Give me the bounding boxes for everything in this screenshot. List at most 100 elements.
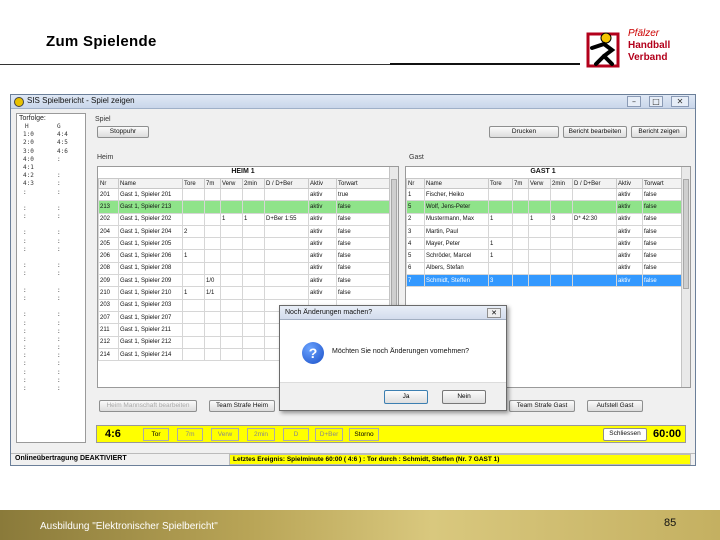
disqualification-button[interactable]: D — [283, 428, 309, 441]
print-button[interactable]: Drucken — [489, 126, 559, 138]
heim-cell-dis — [264, 286, 309, 300]
gast-cell-tw: false — [642, 224, 683, 239]
heim-cell-min2 — [242, 200, 265, 214]
edit-report-button[interactable]: Bericht bearbeiten — [563, 126, 627, 138]
heim-player-row[interactable]: 201 Gast 1, Spieler 201 aktiv true — [98, 187, 391, 202]
heim-cell-nr: 204 — [98, 224, 119, 239]
gast-column-header[interactable]: Torwart — [642, 178, 683, 189]
gast-cell-nr: 3 — [406, 224, 425, 239]
warning-button[interactable]: Verw — [211, 428, 239, 441]
gast-player-row[interactable]: 1 Fischer, Heiko aktiv false — [406, 187, 683, 202]
gast-cell-tw: false — [642, 237, 683, 251]
gast-column-header[interactable]: 7m — [512, 178, 529, 189]
heim-player-row[interactable]: 204 Gast 1, Spieler 204 2 aktiv false — [98, 224, 391, 239]
heim-column-header[interactable]: Tore — [182, 178, 205, 189]
heim-player-row[interactable]: 209 Gast 1, Spieler 209 1/0 aktiv false — [98, 274, 391, 288]
heim-cell-tore — [182, 237, 205, 251]
heim-player-row[interactable]: 213 Gast 1, Spieler 213 aktiv false — [98, 200, 391, 214]
goal-home-score: : — [23, 237, 27, 245]
heim-column-header[interactable]: 7m — [204, 178, 221, 189]
dialog-yes-button[interactable]: Ja — [384, 390, 428, 404]
gast-column-header[interactable]: Tore — [488, 178, 513, 189]
gast-player-row[interactable]: 3 Martin, Paul aktiv false — [406, 224, 683, 239]
heim-player-row[interactable]: 202 Gast 1, Spieler 202 1 1 D+Ber 1:55 aktiv f… — [98, 212, 391, 226]
stoppuhr-button[interactable]: Stoppuhr — [97, 126, 149, 138]
heim-column-header[interactable]: 2min — [242, 178, 265, 189]
heim-cell-dis — [264, 237, 309, 251]
heim-column-header[interactable]: D / D+Ber — [264, 178, 309, 189]
heim-cell-min2 — [242, 310, 265, 325]
heim-cell-verw — [220, 249, 243, 263]
show-report-button[interactable]: Bericht zeigen — [631, 126, 687, 138]
heim-cell-tore: 2 — [182, 224, 205, 239]
gast-grid-scrollbar[interactable] — [681, 167, 690, 387]
heim-column-header[interactable]: Nr — [98, 178, 119, 189]
gast-cell-nr: 5 — [406, 200, 425, 214]
storno-button[interactable]: Storno — [349, 428, 379, 441]
last-event-status: Letztes Ereignis: Spielminute 60:00 ( 4:… — [229, 454, 691, 465]
gast-player-row[interactable]: 7 Schmidt, Steffen 3 aktiv false — [406, 274, 683, 288]
heim-column-header[interactable]: Torwart — [336, 178, 391, 189]
heim-cell-nr: 214 — [98, 347, 119, 362]
heim-cell-m7 — [204, 237, 221, 251]
goal-guest-score: : — [57, 327, 61, 335]
goal-sequence-row: :: — [17, 205, 85, 213]
gast-cell-m7 — [512, 249, 529, 263]
tor-button[interactable]: Tor — [143, 428, 169, 441]
dialog-close-button[interactable]: ✕ — [487, 308, 501, 318]
goal-home-score: 3:0 — [23, 147, 34, 155]
gast-column-header[interactable]: Aktiv — [616, 178, 643, 189]
gast-column-header[interactable]: D / D+Ber — [572, 178, 617, 189]
heim-cell-tw: false — [336, 237, 391, 251]
gast-player-row[interactable]: 4 Mayer, Peter 1 aktiv false — [406, 237, 683, 251]
gast-lineup-button[interactable]: Aufstell Gast — [587, 400, 643, 412]
goal-guest-score: : — [57, 294, 61, 302]
seven-meter-button[interactable]: 7m — [177, 428, 203, 441]
heim-player-row[interactable]: 205 Gast 1, Spieler 205 aktiv false — [98, 237, 391, 251]
heim-cell-nr: 213 — [98, 200, 119, 214]
gast-player-row[interactable]: 2 Mustermann, Max 1 1 3 D* 42:30 aktiv false — [406, 212, 683, 226]
close-button[interactable]: ✕ — [671, 96, 689, 107]
gast-player-row[interactable]: 6 Albers, Stefan aktiv false — [406, 261, 683, 276]
heim-player-row[interactable]: 210 Gast 1, Spieler 210 1 1/1 aktiv false — [98, 286, 391, 300]
gast-cell-name: Fischer, Heiko — [424, 187, 489, 202]
minimize-button[interactable]: – — [627, 96, 641, 107]
gast-team-penalty-button[interactable]: Team Strafe Gast — [509, 400, 575, 412]
heim-team-penalty-button[interactable]: Team Strafe Heim — [209, 400, 275, 412]
disqualification-report-button[interactable]: D+Ber — [315, 428, 343, 441]
gast-cell-tore: 3 — [488, 274, 513, 288]
heim-cell-aktiv: aktiv — [308, 187, 337, 202]
title-divider — [0, 64, 390, 65]
heim-player-row[interactable]: 206 Gast 1, Spieler 206 1 aktiv false — [98, 249, 391, 263]
maximize-button[interactable]: □ — [649, 96, 663, 107]
heim-cell-m7: 1/1 — [204, 286, 221, 300]
gast-cell-nr: 5 — [406, 249, 425, 263]
gast-column-header[interactable]: Verw — [528, 178, 551, 189]
gast-column-header[interactable]: 2min — [550, 178, 573, 189]
heim-column-header[interactable]: Verw — [220, 178, 243, 189]
gast-column-header[interactable]: Name — [424, 178, 489, 189]
two-minute-button[interactable]: 2min — [247, 428, 275, 441]
gast-cell-nr: 2 — [406, 212, 425, 226]
heim-column-header[interactable]: Name — [118, 178, 183, 189]
gast-cell-tore: 1 — [488, 212, 513, 226]
goal-sequence-row: 4:3: — [17, 180, 85, 188]
window-title: SIS Spielbericht - Spiel zeigen — [27, 96, 135, 105]
goal-sequence-row: :: — [17, 270, 85, 278]
heim-team-edit-button[interactable]: Heim Mannschaft bearbeiten — [99, 400, 197, 412]
gast-cell-name: Albers, Stefan — [424, 261, 489, 276]
heim-cell-tore — [182, 200, 205, 214]
goal-sequence-row — [17, 279, 85, 287]
heim-cell-dis — [264, 200, 309, 214]
gast-player-row[interactable]: 5 Wolf, Jens-Peter aktiv false — [406, 200, 683, 214]
heim-cell-name: Gast 1, Spieler 206 — [118, 249, 183, 263]
close-game-button[interactable]: Schliessen — [603, 428, 647, 441]
heim-player-row[interactable]: 208 Gast 1, Spieler 208 aktiv false — [98, 261, 391, 276]
gast-cell-tw: false — [642, 212, 683, 226]
heim-cell-name: Gast 1, Spieler 204 — [118, 224, 183, 239]
gast-player-row[interactable]: 5 Schröder, Marcel 1 aktiv false — [406, 249, 683, 263]
heim-column-header[interactable]: Aktiv — [308, 178, 337, 189]
gast-column-header[interactable]: Nr — [406, 178, 425, 189]
dialog-no-button[interactable]: Nein — [442, 390, 486, 404]
goal-guest-score: : — [57, 311, 61, 319]
